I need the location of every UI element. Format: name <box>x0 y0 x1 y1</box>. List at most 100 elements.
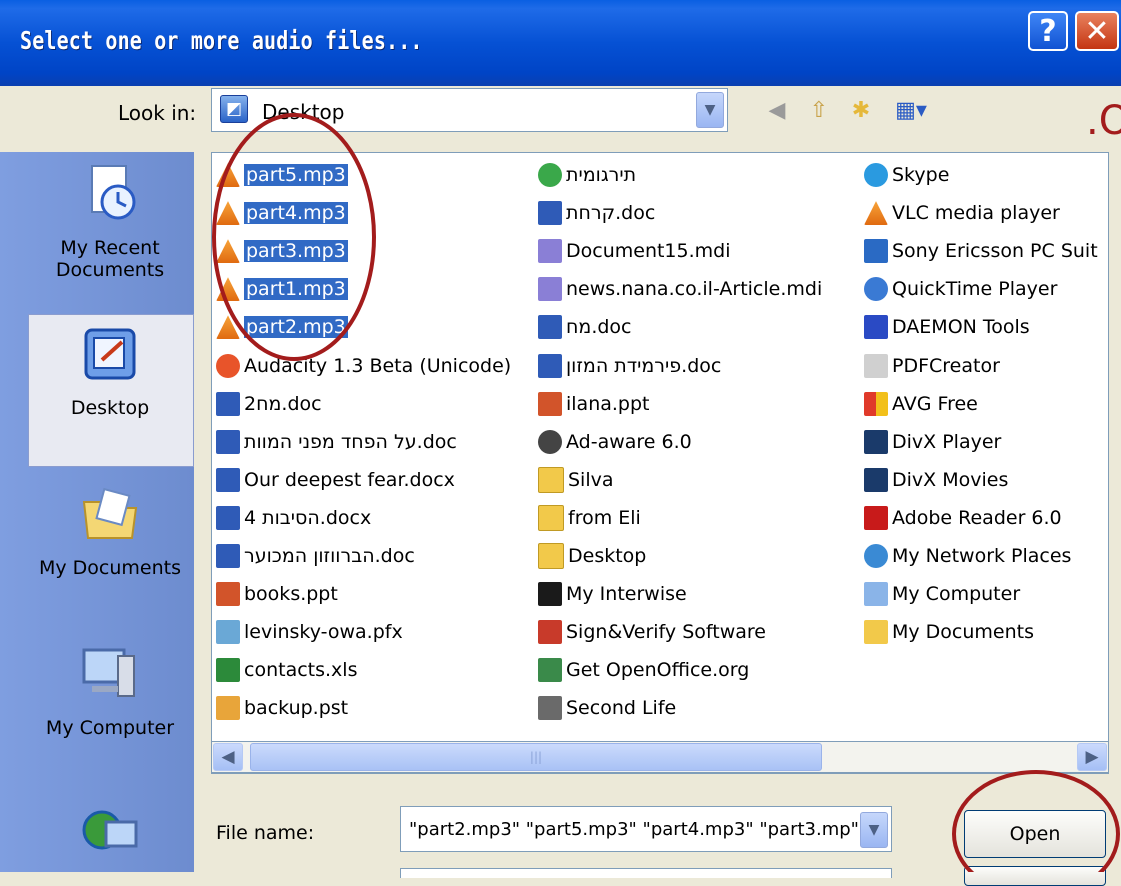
file-item[interactable]: DivX Player <box>864 426 1001 458</box>
file-item[interactable]: 2מח.doc <box>216 388 322 420</box>
scroll-left-icon[interactable]: ◀ <box>213 743 243 771</box>
file-item[interactable]: My Network Places <box>864 540 1071 572</box>
file-name: הברווזון המכוער.doc <box>244 545 415 567</box>
file-name: My Interwise <box>566 583 687 606</box>
file-item[interactable]: DAEMON Tools <box>864 311 1030 343</box>
file-item[interactable]: Audacity 1.3 Beta (Unicode) <box>216 350 511 382</box>
scroll-right-icon[interactable]: ▶ <box>1077 743 1107 771</box>
vlc-cone-icon <box>216 277 240 302</box>
file-item[interactable]: Skype <box>864 159 949 191</box>
horizontal-scrollbar[interactable]: ◀ ||| ▶ <box>211 741 1109 773</box>
computer-icon <box>864 582 888 607</box>
view-menu-icon[interactable]: ▦▾ <box>888 96 934 126</box>
look-in-value: Desktop <box>262 100 345 124</box>
signverify-icon <box>538 620 562 645</box>
file-name: Silva <box>568 468 614 491</box>
file-item[interactable]: Second Life <box>538 692 676 724</box>
file-item[interactable]: VLC media player <box>864 197 1060 229</box>
file-item[interactable]: PDFCreator <box>864 350 1000 382</box>
file-item[interactable]: Sony Ericsson PC Suit <box>864 235 1098 267</box>
scrollbar-thumb[interactable]: ||| <box>250 743 822 771</box>
file-name: קרחת.doc <box>566 202 656 225</box>
excel-icon <box>216 658 240 683</box>
vlc-cone-icon <box>216 163 240 187</box>
file-item[interactable]: part1.mp3 <box>216 273 348 305</box>
mdi-icon <box>538 239 562 264</box>
file-item[interactable]: ilana.ppt <box>538 388 650 420</box>
file-item[interactable]: קרחת.doc <box>538 197 655 229</box>
my-computer-label: My Computer <box>45 717 175 739</box>
file-name: My Computer <box>892 583 1021 606</box>
file-item[interactable]: Sign&Verify Software <box>538 616 766 648</box>
title-bar[interactable]: Select one or more audio files... ? ✕ <box>0 0 1121 86</box>
file-item[interactable]: contacts.xls <box>216 654 357 686</box>
file-item[interactable]: part3.mp3 <box>216 235 348 267</box>
word-doc-icon <box>216 505 240 530</box>
audacity-icon <box>216 353 240 378</box>
file-name: DivX Player <box>892 430 1002 453</box>
file-name: contacts.xls <box>244 659 358 682</box>
adaware-icon <box>538 429 562 454</box>
file-item[interactable]: תירגומית <box>538 159 636 191</box>
window-title: Select one or more audio files... <box>20 26 423 55</box>
file-item[interactable]: My Documents <box>864 616 1034 648</box>
up-folder-icon[interactable]: ⇧ <box>804 96 834 126</box>
places-my-computer[interactable]: My Computer <box>26 642 194 739</box>
file-item[interactable]: part2.mp3 <box>216 311 348 343</box>
word-doc-icon <box>538 353 562 378</box>
my-documents-icon <box>864 620 888 645</box>
vlc-cone-icon <box>864 201 888 226</box>
open-button[interactable]: Open <box>964 810 1106 858</box>
file-name: Document15.mdi <box>566 240 731 263</box>
file-name-input[interactable]: "part2.mp3" "part5.mp3" "part4.mp3" "par… <box>400 806 892 852</box>
file-item[interactable]: על הפחד מפני המוות.doc <box>216 426 457 458</box>
sony-ericsson-icon <box>864 239 888 264</box>
new-folder-icon[interactable]: ✱ <box>846 96 876 126</box>
file-list[interactable]: part5.mp3 part4.mp3 part3.mp3 part1.mp3 part… <box>211 152 1109 774</box>
file-item[interactable]: part5.mp3 <box>216 159 348 191</box>
close-button[interactable]: ✕ <box>1075 11 1119 51</box>
places-desktop[interactable]: Desktop <box>26 322 194 419</box>
file-item[interactable]: news.nana.co.il-Article.mdi <box>538 273 822 305</box>
file-item[interactable]: levinsky-owa.pfx <box>216 616 403 648</box>
file-item[interactable]: Silva <box>538 464 614 496</box>
file-item[interactable]: הסיבות 4.docx <box>216 502 371 534</box>
file-item[interactable]: Adobe Reader 6.0 <box>864 502 1062 534</box>
file-item[interactable]: QuickTime Player <box>864 273 1057 305</box>
cancel-button[interactable] <box>964 866 1106 886</box>
look-in-combobox[interactable]: ◩ Desktop ▼ <box>211 88 728 132</box>
file-item[interactable]: Document15.mdi <box>538 235 731 267</box>
places-recent-documents[interactable]: My Recent Documents <box>26 162 194 281</box>
word-doc-icon <box>216 429 240 454</box>
skype-icon <box>864 163 888 187</box>
my-documents-label: My Documents <box>38 557 181 579</box>
file-item[interactable]: Desktop <box>538 540 646 572</box>
file-item[interactable]: My Computer <box>864 578 1020 610</box>
file-item[interactable]: פירמידת המזון.doc <box>538 350 721 382</box>
file-item[interactable]: Our deepest fear.docx <box>216 464 455 496</box>
file-item[interactable]: Get OpenOffice.org <box>538 654 749 686</box>
file-item[interactable]: part4.mp3 <box>216 197 348 229</box>
file-name: backup.pst <box>244 697 349 720</box>
file-item[interactable]: from Eli <box>538 502 641 534</box>
file-item[interactable]: books.ppt <box>216 578 338 610</box>
file-item[interactable]: Ad-aware 6.0 <box>538 426 692 458</box>
file-name: Ad-aware 6.0 <box>566 430 692 453</box>
chevron-down-icon[interactable]: ▼ <box>696 92 724 128</box>
file-item[interactable]: DivX Movies <box>864 464 1008 496</box>
file-name: VLC media player <box>892 202 1060 225</box>
help-button[interactable]: ? <box>1028 11 1068 51</box>
file-name: PDFCreator <box>892 354 1000 377</box>
file-item[interactable]: AVG Free <box>864 388 978 420</box>
chevron-down-icon[interactable]: ▼ <box>860 812 888 848</box>
file-item[interactable]: backup.pst <box>216 692 348 724</box>
file-type-combobox[interactable] <box>400 868 892 878</box>
file-item[interactable]: הברווזון המכוער.doc <box>216 540 415 572</box>
back-icon[interactable]: ◀ <box>762 96 792 126</box>
vlc-cone-icon <box>216 239 240 264</box>
file-name: My Network Places <box>892 545 1072 567</box>
places-my-documents[interactable]: My Documents <box>26 482 194 579</box>
file-item[interactable]: מח.doc <box>538 311 632 343</box>
places-network[interactable] <box>26 802 194 877</box>
file-item[interactable]: My Interwise <box>538 578 687 610</box>
